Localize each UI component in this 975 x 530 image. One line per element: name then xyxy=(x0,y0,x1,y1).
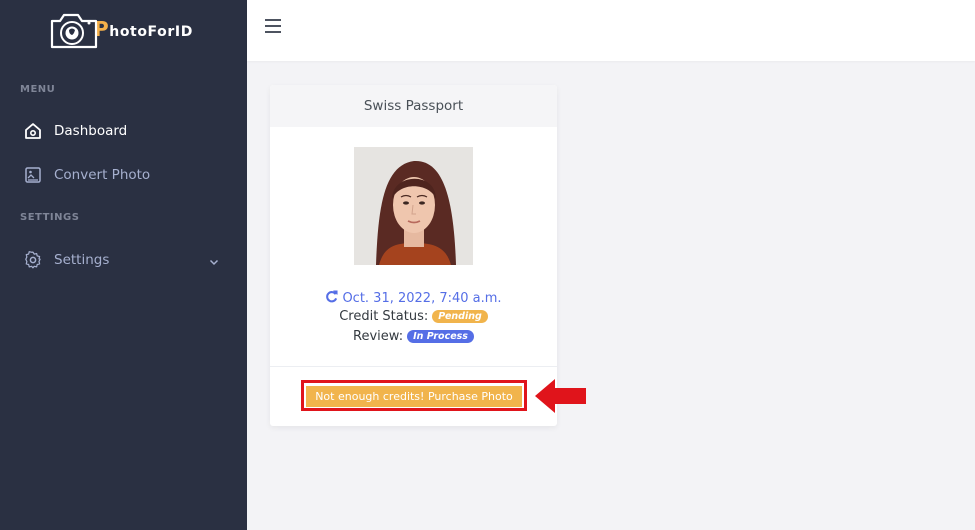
gear-icon xyxy=(24,251,42,269)
sidebar-item-dashboard[interactable]: Dashboard xyxy=(24,119,224,143)
status-badge: Pending xyxy=(432,310,488,323)
sidebar-item-label: Dashboard xyxy=(54,123,128,139)
logo[interactable]: PhotoForID xyxy=(48,8,193,50)
review-line: Review: In Process xyxy=(270,329,557,344)
sidebar: PhotoForID MENU Dashboard Convert Photo … xyxy=(0,0,247,530)
image-icon xyxy=(24,166,42,184)
chevron-down-icon[interactable] xyxy=(208,253,220,272)
photo-date: Oct. 31, 2022, 7:40 a.m. xyxy=(342,291,502,306)
logo-text: PhotoForID xyxy=(94,17,193,41)
date-line: Oct. 31, 2022, 7:40 a.m. xyxy=(270,290,557,307)
credit-status-line: Credit Status: Pending xyxy=(270,309,557,324)
purchase-highlight: Not enough credits! Purchase Photo xyxy=(301,380,527,411)
card-title: Swiss Passport xyxy=(270,85,557,127)
sidebar-item-convert-photo[interactable]: Convert Photo xyxy=(24,163,224,187)
sidebar-item-settings[interactable]: Settings xyxy=(24,248,224,272)
menu-section-title: MENU xyxy=(20,84,56,95)
home-icon xyxy=(24,122,42,140)
sidebar-item-label: Convert Photo xyxy=(54,167,151,183)
sidebar-item-label: Settings xyxy=(54,252,110,268)
purchase-photo-button[interactable]: Not enough credits! Purchase Photo xyxy=(306,386,522,407)
top-bar xyxy=(247,0,975,61)
passport-photo xyxy=(354,147,473,265)
credit-status-label: Credit Status: xyxy=(339,309,429,324)
camera-icon xyxy=(48,9,98,49)
refresh-icon[interactable] xyxy=(325,290,338,307)
settings-section-title: SETTINGS xyxy=(20,212,80,223)
review-badge: In Process xyxy=(407,330,474,343)
menu-toggle-icon[interactable] xyxy=(265,19,281,33)
arrow-left-icon xyxy=(533,377,588,415)
divider xyxy=(270,366,557,367)
review-label: Review: xyxy=(353,329,404,344)
photo-card: Swiss Passport Oct. 31, 2022, 7:40 a.m. xyxy=(270,85,557,426)
